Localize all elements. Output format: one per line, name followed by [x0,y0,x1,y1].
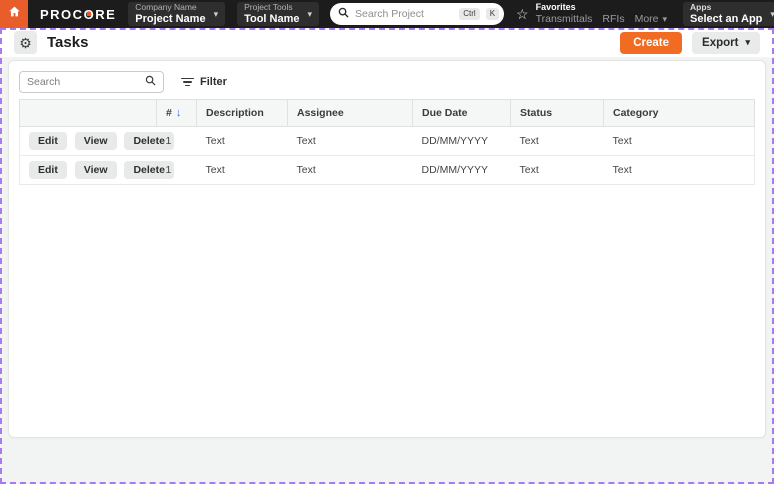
column-header-number[interactable]: # ↓ [156,99,197,127]
row-actions-cell: Edit View Delete [19,155,174,185]
search-icon [145,73,156,91]
chevron-down-icon: ▾ [662,13,668,24]
table-search[interactable] [19,71,164,93]
export-button[interactable]: Export ▾ [692,31,760,54]
tasks-table: # ↓ Description Assignee Due Date Status … [19,99,755,185]
tool-name-value: Tool Name [244,12,300,25]
chevron-down-icon: ▾ [307,8,313,19]
favorites-block: Favorites Transmittals RFIs More ▾ [536,2,667,25]
company-name-label: Company Name [135,1,197,12]
sort-desc-icon: ↓ [175,107,182,119]
filter-button[interactable]: Filter [176,73,232,91]
page-header-bar: ⚙ Tasks Create Export ▾ [0,28,774,57]
apps-dropdown[interactable]: Apps Select an App ▾ [683,2,774,26]
global-search-input[interactable] [355,8,454,20]
edit-button[interactable]: Edit [29,132,67,150]
row-description-cell: Text [196,155,288,185]
project-name-value: Project Name [135,12,206,25]
row-status-cell: Text [510,126,604,156]
kbd-ctrl: Ctrl [459,8,480,20]
row-due-date-cell: DD/MM/YYYY [412,155,511,185]
chevron-down-icon: ▾ [745,37,750,47]
row-actions-cell: Edit View Delete [19,126,174,156]
column-header-actions [19,99,157,127]
row-status-cell: Text [510,155,604,185]
column-header-status[interactable]: Status [510,99,604,127]
kbd-k: K [485,8,500,20]
home-icon [8,5,21,23]
create-button[interactable]: Create [620,31,683,54]
favorite-transmittals[interactable]: Transmittals [536,13,593,26]
logo-text: RE [95,6,117,22]
row-due-date-cell: DD/MM/YYYY [412,126,511,156]
content-area: Filter #↓ Description Assignee Due Date … [0,57,774,438]
row-description-cell: Text [196,126,288,156]
column-header-category[interactable]: Category [603,99,755,127]
tasks-card: Filter #↓ Description Assignee Due Date … [8,60,766,438]
table-search-input[interactable] [27,76,140,88]
chevron-down-icon: ▾ [213,8,219,19]
column-header-due-date[interactable]: Due Date [412,99,511,127]
page-title: Tasks [47,34,89,51]
row-assignee-cell: Text [287,126,413,156]
logo-text: PROC [40,6,84,22]
favorites-star-icon: ☆ [516,5,529,22]
logo-o-mark: O [83,6,96,22]
select-an-app-value: Select an App [690,12,763,25]
table-row: Edit View Delete 1 Text Text DD/MM/YYYY … [19,155,755,185]
procore-logo[interactable]: PROC O RE [40,7,116,22]
favorite-rfis[interactable]: RFIs [602,13,624,26]
table-header-row: # ↓ Description Assignee Due Date Status … [19,99,755,127]
gear-icon: ⚙ [19,34,32,51]
row-category-cell: Text [603,126,755,156]
table-toolbar: Filter [19,71,755,93]
row-category-cell: Text [603,155,755,185]
search-icon [338,5,349,23]
export-label: Export [702,36,739,49]
table-row: Edit View Delete 1 Text Text DD/MM/YYYY … [19,126,755,156]
row-assignee-cell: Text [287,155,413,185]
view-button[interactable]: View [74,161,117,179]
company-project-dropdown[interactable]: Company Name Project Name ▾ [128,1,226,26]
more-label: More [634,13,659,26]
project-tools-dropdown[interactable]: Project Tools Tool Name ▾ [237,1,320,26]
view-button[interactable]: View [74,132,117,150]
apps-label: Apps [690,1,712,12]
favorites-label: Favorites [535,2,576,13]
global-search[interactable]: Ctrl K [330,3,505,25]
edit-button[interactable]: Edit [29,161,67,179]
filter-label: Filter [200,76,227,88]
chevron-down-icon: ▾ [770,8,774,19]
home-button[interactable] [0,0,28,28]
column-header-description[interactable]: Description [196,99,288,127]
favorites-more-menu[interactable]: More ▾ [635,13,667,26]
tool-settings-button[interactable]: ⚙ [14,31,37,54]
column-header-assignee[interactable]: Assignee [287,99,413,127]
top-navbar: PROC O RE Company Name Project Name ▾ Proj… [0,0,774,28]
filter-icon [181,77,194,87]
project-tools-label: Project Tools [244,1,293,12]
